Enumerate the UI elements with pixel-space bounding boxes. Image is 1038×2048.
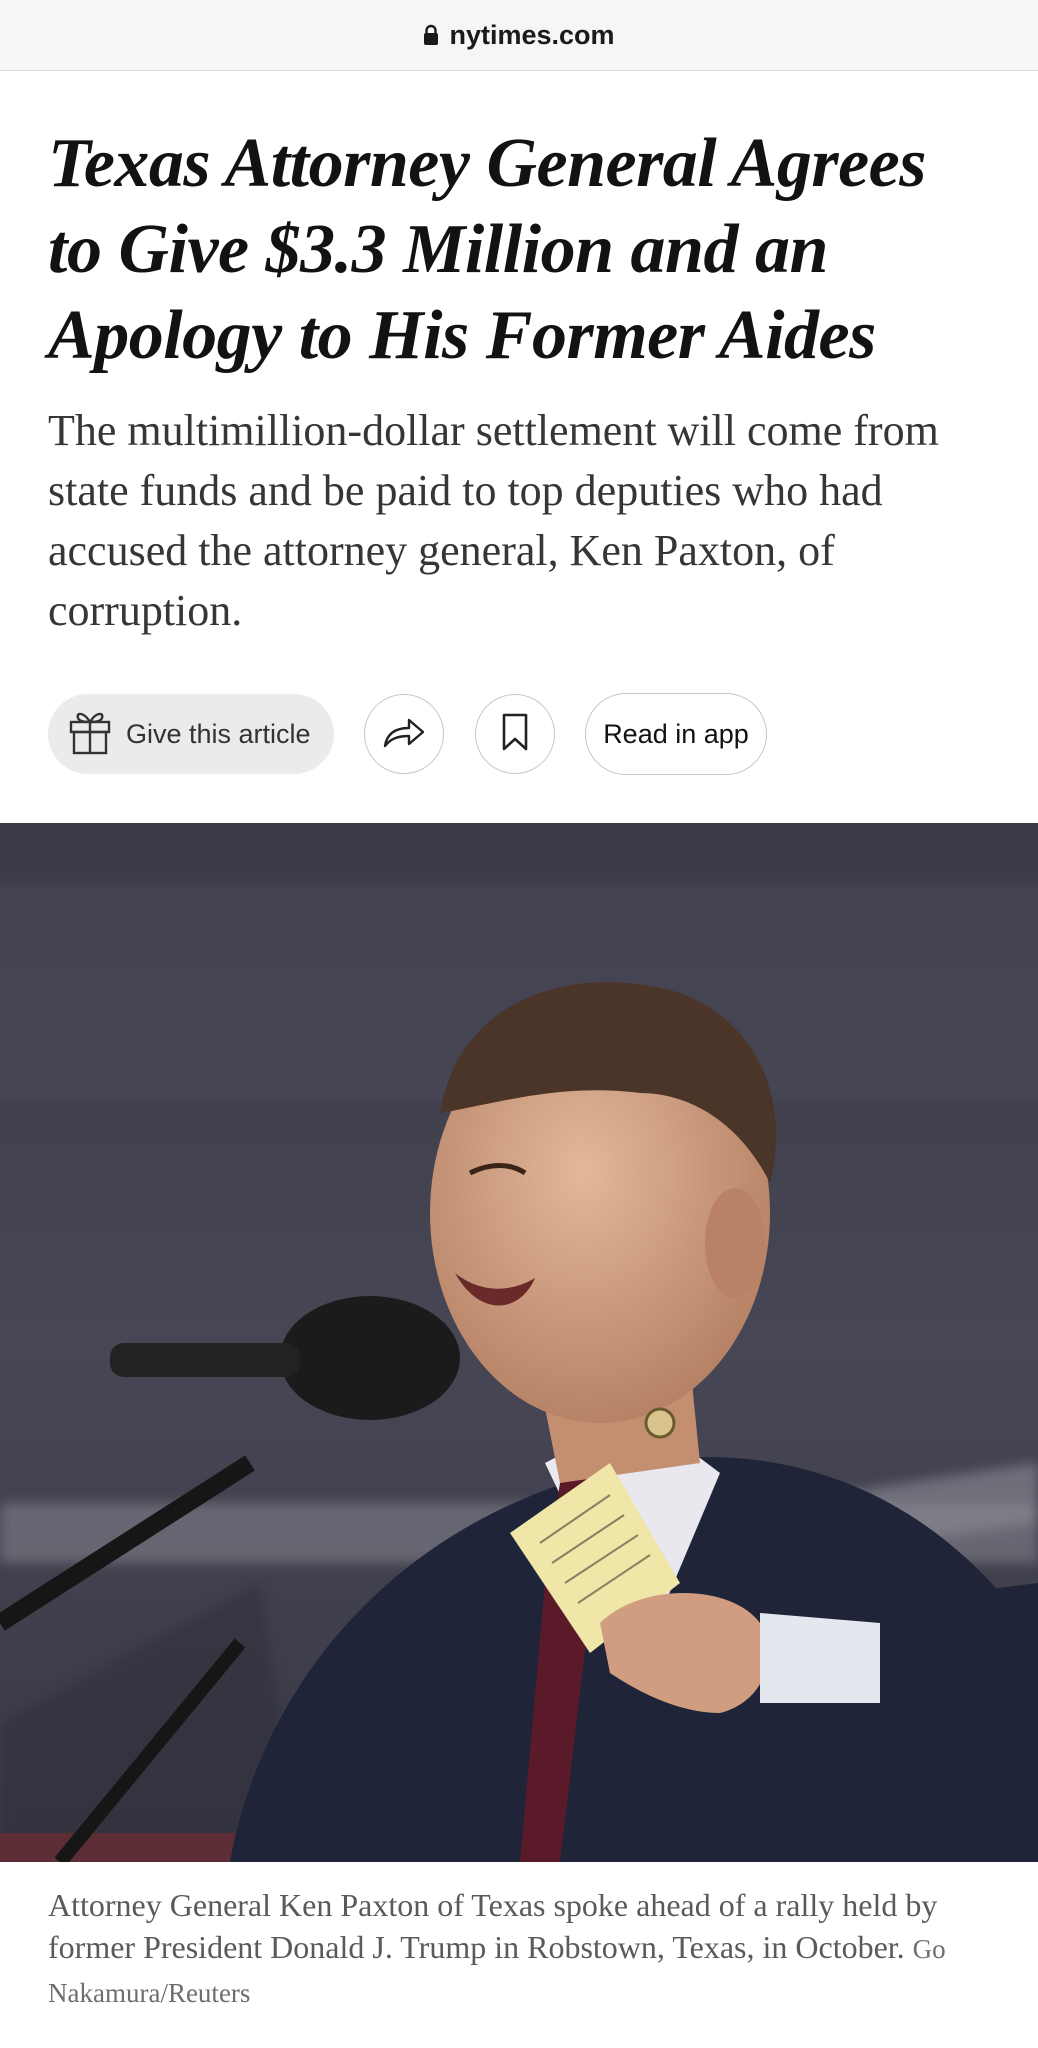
article-summary: The multimillion-dollar settlement will … xyxy=(48,406,939,635)
photo-illustration xyxy=(0,823,1038,1862)
photo-caption: Attorney General Ken Paxton of Texas spo… xyxy=(0,1862,1038,2014)
article-photo xyxy=(0,823,1038,1862)
article-header: Texas Attorney General Agrees to Give $3… xyxy=(0,71,1038,775)
give-article-button[interactable]: Give this article xyxy=(48,694,334,774)
read-in-app-button[interactable]: Read in app xyxy=(585,693,767,775)
bookmark-icon xyxy=(501,712,529,757)
lock-icon xyxy=(423,24,439,46)
caption-text: Attorney General Ken Paxton of Texas spo… xyxy=(48,1887,938,1965)
browser-url-bar[interactable]: nytimes.com xyxy=(0,0,1038,71)
share-arrow-icon xyxy=(382,715,426,754)
read-in-app-label: Read in app xyxy=(603,718,749,749)
headline: Texas Attorney General Agrees to Give $3… xyxy=(48,125,926,374)
bookmark-button[interactable] xyxy=(475,694,555,774)
share-button[interactable] xyxy=(364,694,444,774)
gift-icon xyxy=(68,708,112,761)
give-article-label: Give this article xyxy=(126,718,311,749)
url-text: nytimes.com xyxy=(449,19,615,50)
article-actions: Give this article Read in app xyxy=(48,693,989,775)
